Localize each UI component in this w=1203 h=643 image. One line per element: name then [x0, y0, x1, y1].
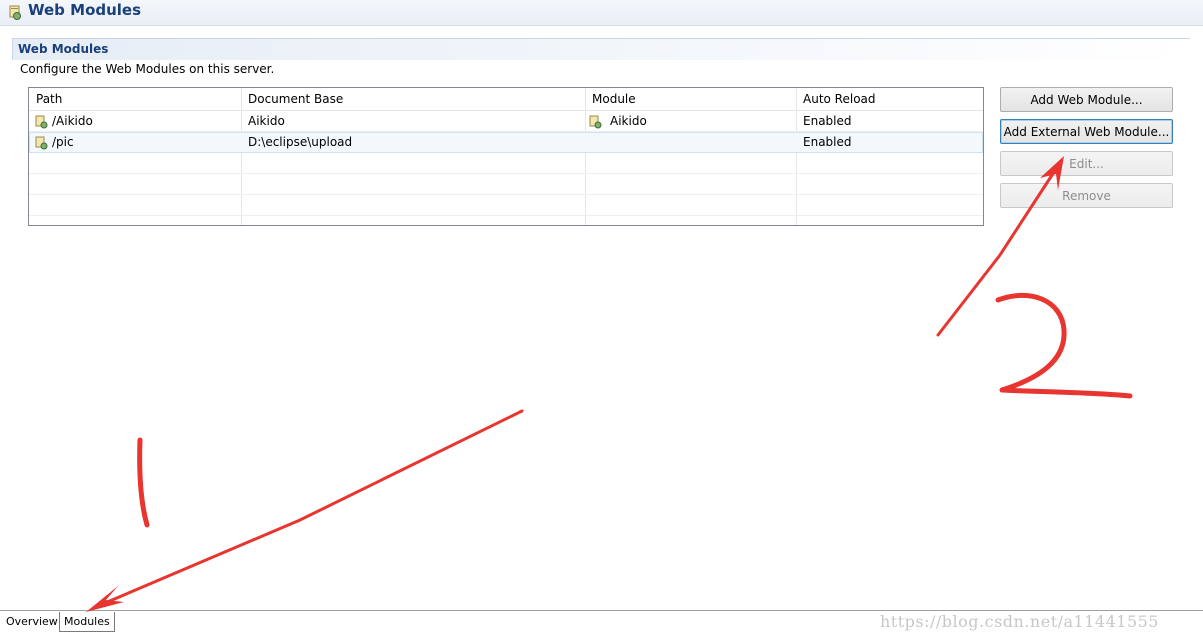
annotation-number-1 — [137, 437, 150, 528]
section-title: Web Modules — [18, 42, 109, 56]
cell-path: /Aikido — [52, 114, 93, 128]
column-header-path[interactable]: Path — [36, 92, 62, 106]
page-title: Web Modules — [28, 1, 142, 19]
cell-document-base: Aikido — [248, 114, 285, 128]
cell-path: /pic — [52, 135, 74, 149]
table-row[interactable]: /pic D:\eclipse\upload Enabled — [29, 132, 983, 153]
cell-document-base: D:\eclipse\upload — [248, 135, 353, 149]
editor-header: Web Modules — [0, 0, 1203, 26]
annotation-arrowhead-1 — [86, 586, 124, 612]
column-header-module[interactable]: Module — [592, 92, 636, 106]
tab-modules[interactable]: Modules — [59, 612, 115, 632]
annotation-arrow-1 — [96, 409, 524, 608]
annotation-number-2 — [995, 293, 1133, 399]
column-header-document-base[interactable]: Document Base — [248, 92, 343, 106]
cell-auto-reload: Enabled — [803, 114, 852, 128]
remove-button[interactable]: Remove — [1000, 183, 1173, 208]
empty-row — [29, 195, 983, 216]
add-external-web-module-button[interactable]: Add External Web Module... — [1000, 119, 1173, 144]
edit-button[interactable]: Edit... — [1000, 151, 1173, 176]
table-header: Path Document Base Module Auto Reload — [29, 88, 983, 111]
server-module-icon — [9, 5, 21, 20]
watermark-text: https://blog.csdn.net/a11441555 — [880, 612, 1159, 631]
web-modules-table[interactable]: Path Document Base Module Auto Reload /A… — [28, 87, 984, 226]
empty-row — [29, 174, 983, 195]
column-header-auto-reload[interactable]: Auto Reload — [803, 92, 876, 106]
cell-module: Aikido — [610, 114, 647, 128]
table-row[interactable]: /Aikido Aikido Aikido Enabled — [29, 111, 983, 132]
cell-auto-reload: Enabled — [803, 135, 852, 149]
section-header — [12, 38, 1190, 60]
add-web-module-button[interactable]: Add Web Module... — [1000, 87, 1173, 112]
section-description: Configure the Web Modules on this server… — [20, 62, 275, 76]
module-project-icon — [589, 115, 602, 129]
web-module-icon — [35, 115, 48, 129]
tab-overview[interactable]: Overview — [2, 612, 62, 632]
web-module-icon — [35, 136, 48, 150]
empty-row — [29, 153, 983, 174]
